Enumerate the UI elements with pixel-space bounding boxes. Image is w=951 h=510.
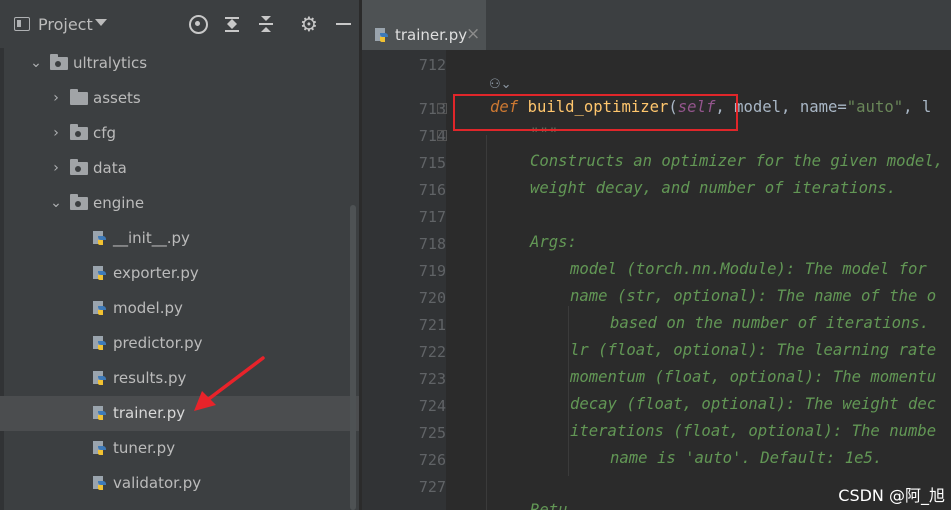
tree-item-label: predictor.py [113, 334, 203, 352]
tree-item-label: cfg [93, 124, 117, 142]
code-line-718[interactable]: Args: [530, 233, 577, 251]
python-file-icon [93, 476, 106, 490]
chevron-down-icon[interactable]: ⌄ [30, 55, 42, 71]
tree-item-label: trainer.py [113, 404, 186, 422]
package-folder-icon [70, 159, 88, 175]
annotation-arrow [194, 356, 265, 411]
tree-item-label: assets [93, 89, 141, 107]
code-line-720[interactable]: name (str, optional): The name of the o [570, 287, 936, 305]
code-line-723[interactable]: momentum (float, optional): The momentu [570, 368, 936, 386]
code-vision-icon[interactable]: ⚇⌄ [489, 77, 512, 92]
code-line-721[interactable]: based on the number of iterations. [610, 314, 929, 332]
gear-icon[interactable]: ⚙ [299, 14, 319, 34]
tree-item-label: results.py [113, 369, 187, 387]
tab-label: trainer.py [395, 26, 468, 44]
tab-trainer-py[interactable]: trainer.py × [362, 0, 486, 50]
tree-item-cfg[interactable]: › cfg [0, 116, 359, 151]
tree-item-file[interactable]: model.py [0, 291, 359, 326]
python-file-icon [375, 28, 388, 42]
locate-icon[interactable] [188, 14, 208, 34]
python-file-icon [93, 406, 106, 420]
tree-item-file[interactable]: validator.py [0, 466, 359, 501]
tree-item-label: ultralytics [73, 54, 148, 72]
code-line-722[interactable]: lr (float, optional): The learning rate [570, 341, 936, 359]
chevron-down-icon[interactable]: ⌄ [50, 195, 62, 211]
tree-item-ultralytics[interactable]: ⌄ ultralytics [0, 46, 359, 81]
code-line-716[interactable]: weight decay, and number of iterations. [530, 179, 896, 197]
tree-item-file[interactable]: exporter.py [0, 256, 359, 291]
tree-item-trainer-selected[interactable]: trainer.py [0, 396, 359, 431]
package-folder-icon [70, 124, 88, 140]
project-panel-header: Project ⚙ [0, 0, 359, 48]
tree-item-data[interactable]: › data [0, 151, 359, 186]
tree-item-file[interactable]: predictor.py [0, 326, 359, 361]
string-literal: "auto" [846, 98, 904, 116]
chevron-down-icon[interactable] [95, 19, 107, 26]
collapse-all-icon[interactable] [256, 14, 276, 34]
watermark: CSDN @阿_旭 [838, 486, 945, 505]
python-file-icon [93, 371, 106, 385]
chevron-right-icon[interactable]: › [50, 125, 62, 141]
project-panel-title[interactable]: Project [38, 15, 93, 34]
tree-item-label: __init__.py [113, 229, 190, 247]
fold-marker-icon[interactable] [437, 130, 447, 141]
code-line-725[interactable]: iterations (float, optional): The numbe [570, 422, 936, 440]
fold-gutter [432, 50, 447, 510]
indent-guide [568, 306, 569, 476]
tree-item-label: model.py [113, 299, 183, 317]
project-panel: Project ⚙ ⌄ ultralytics › assets › cfg › [0, 0, 359, 510]
code-editor[interactable]: trainer.py × 712 713 714 715 716 717 718… [362, 0, 951, 510]
code-token: , l [903, 98, 932, 116]
tree-item-label: data [93, 159, 127, 177]
code-line-724[interactable]: decay (float, optional): The weight dec [570, 395, 936, 413]
chevron-right-icon[interactable]: › [50, 160, 62, 176]
tree-item-assets[interactable]: › assets [0, 81, 359, 116]
tree-item-engine[interactable]: ⌄ engine [0, 186, 359, 221]
code-line-726[interactable]: name is 'auto'. Default: 1e5. [610, 449, 882, 467]
python-file-icon [93, 301, 106, 315]
tree-item-file[interactable]: results.py [0, 361, 359, 396]
tree-item-label: tuner.py [113, 439, 176, 457]
indent-guide [486, 135, 487, 510]
tree-item-file[interactable]: tuner.py [0, 431, 359, 466]
package-folder-icon [50, 54, 68, 70]
tree-item-label: exporter.py [113, 264, 199, 282]
tree-item-file[interactable]: __init__.py [0, 221, 359, 256]
python-file-icon [93, 266, 106, 280]
python-file-icon [93, 231, 106, 245]
chevron-right-icon[interactable]: › [50, 90, 62, 106]
expand-all-icon[interactable] [222, 14, 242, 34]
editor-tab-bar: trainer.py × [362, 0, 951, 50]
folder-icon [70, 89, 88, 105]
package-folder-icon [70, 194, 88, 210]
close-icon[interactable]: × [466, 24, 480, 44]
python-file-icon [93, 441, 106, 455]
tree-item-label: validator.py [113, 474, 202, 492]
hide-icon[interactable] [333, 14, 353, 34]
highlight-box [453, 94, 738, 131]
code-line-719[interactable]: model (torch.nn.Module): The model for [570, 260, 927, 278]
tree-scrollbar[interactable] [350, 205, 356, 510]
project-window-icon [14, 17, 30, 31]
code-line-728[interactable]: Retu [530, 501, 568, 510]
python-file-icon [93, 336, 106, 350]
fold-marker-icon[interactable] [437, 103, 447, 114]
code-line-715[interactable]: Constructs an optimizer for the given mo… [530, 152, 943, 170]
tree-item-label: engine [93, 194, 145, 212]
